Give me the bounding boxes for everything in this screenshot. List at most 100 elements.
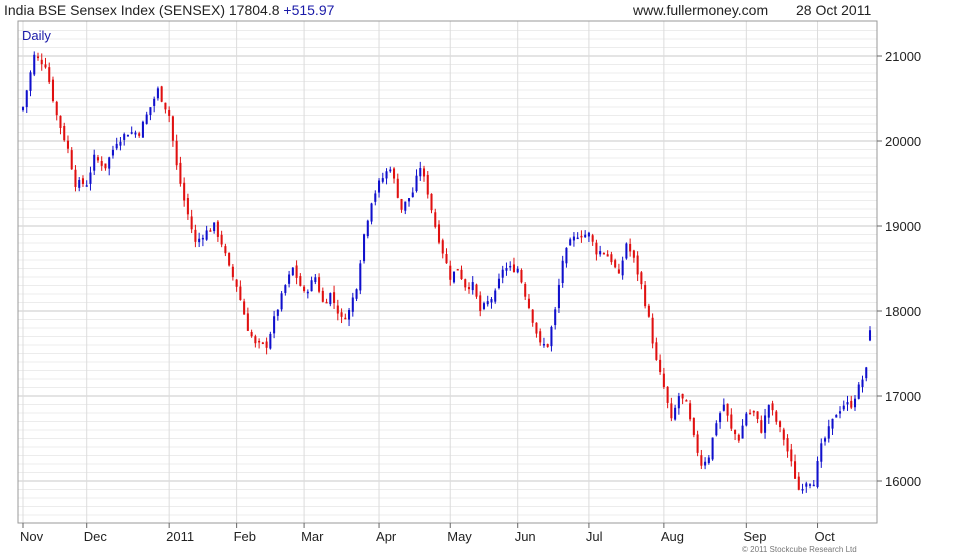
plot-area	[18, 21, 877, 523]
candle-body	[66, 140, 70, 149]
candle-body	[445, 254, 448, 264]
candle-body	[853, 398, 857, 408]
candle-body	[160, 86, 163, 102]
candle-body	[235, 279, 238, 287]
candle-body	[820, 443, 823, 462]
candle-body	[782, 429, 785, 440]
candle-body	[497, 278, 500, 289]
candle-body	[868, 330, 872, 341]
candle-body	[535, 322, 538, 334]
candle-body	[123, 134, 126, 140]
candle-body	[670, 403, 673, 419]
candle-body	[659, 359, 662, 373]
candle-body	[201, 237, 204, 240]
candle-body	[85, 185, 88, 187]
candle-body	[348, 310, 351, 320]
candle-body	[524, 284, 527, 297]
candle-body	[861, 379, 864, 388]
candle-body	[422, 168, 426, 177]
candle-body	[209, 230, 212, 232]
candle-body	[340, 312, 343, 317]
candle-body	[261, 342, 264, 344]
candle-body	[512, 264, 515, 272]
candle-body	[51, 79, 55, 102]
periodicity-label: Daily	[22, 28, 51, 43]
candle-body	[730, 414, 733, 429]
candle-body	[527, 298, 530, 308]
candle-body	[104, 163, 107, 169]
candle-body	[168, 110, 171, 116]
candle	[696, 430, 699, 457]
candle-body	[273, 316, 276, 334]
candle-body	[764, 415, 767, 433]
candle-body	[554, 309, 557, 326]
candle-body	[617, 269, 620, 274]
candle-body	[138, 133, 141, 136]
candle-body	[426, 174, 429, 195]
candle-body	[36, 56, 40, 59]
candle	[70, 147, 73, 170]
candle-body	[291, 267, 294, 276]
candle-body	[786, 438, 789, 452]
x-tick-label: Mar	[301, 529, 324, 544]
candle-body	[636, 255, 639, 275]
candle-body	[213, 222, 216, 232]
candle-body	[482, 303, 486, 309]
candle-body	[385, 171, 388, 179]
candle-body	[666, 386, 669, 403]
candle-body	[276, 309, 279, 316]
candle-body	[228, 252, 231, 266]
candle-body	[516, 268, 519, 273]
y-tick-label: 20000	[885, 134, 921, 149]
candle-body	[827, 426, 830, 439]
candle	[359, 260, 362, 295]
candle-body	[775, 411, 778, 422]
candle-body	[407, 198, 411, 202]
candle-body	[318, 277, 321, 292]
candle-body	[145, 114, 148, 124]
y-tick-label: 17000	[885, 389, 921, 404]
candle-body	[629, 243, 632, 252]
candle-body	[100, 160, 103, 166]
candle-body	[501, 269, 504, 278]
candle-body	[149, 107, 152, 115]
candle-body	[415, 175, 418, 192]
candle-body	[179, 162, 182, 184]
candle-body	[801, 489, 804, 491]
candle	[51, 76, 55, 103]
candle-body	[186, 198, 189, 215]
candle-body	[333, 292, 336, 304]
candle-body	[21, 107, 25, 111]
candle-body	[63, 126, 66, 141]
candle-body	[546, 344, 549, 347]
candle-body	[141, 121, 144, 138]
candle-body	[119, 141, 122, 146]
candle	[370, 202, 373, 225]
candle-body	[81, 178, 84, 184]
candle-body	[831, 418, 834, 429]
candle-body	[464, 279, 467, 288]
candle-body	[258, 340, 261, 343]
candle-body	[674, 407, 677, 420]
candle-body	[711, 437, 714, 460]
candle-body	[572, 236, 575, 241]
candle-body	[441, 240, 444, 254]
candle-body	[250, 331, 253, 337]
candle-body	[647, 305, 650, 317]
candle-body	[434, 212, 437, 227]
candle-body	[111, 149, 114, 156]
candle	[857, 382, 860, 400]
candle-body	[366, 220, 369, 237]
candle-body	[378, 180, 381, 193]
candle-body	[715, 423, 718, 436]
candle-body	[749, 412, 752, 415]
candle-body	[59, 115, 62, 128]
candle-body	[610, 254, 613, 263]
candle-body	[254, 336, 257, 344]
candle-body	[175, 140, 178, 166]
candle-body	[584, 234, 587, 238]
candle-body	[280, 293, 283, 310]
candle-body	[531, 309, 534, 323]
candle-body	[621, 260, 624, 276]
candle-body	[696, 434, 699, 453]
